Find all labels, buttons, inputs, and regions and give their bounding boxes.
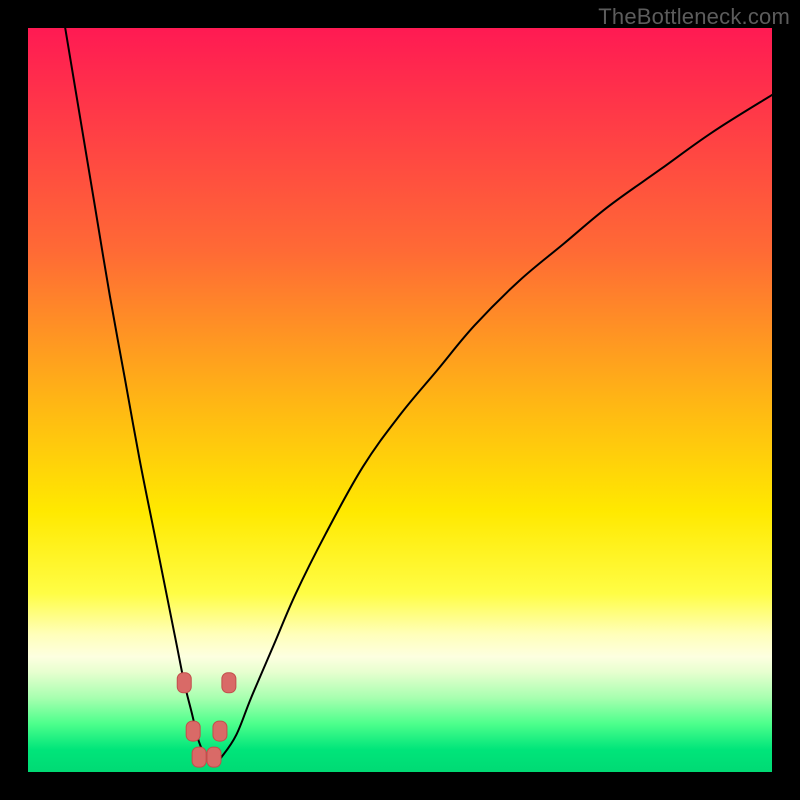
curve-marker bbox=[213, 721, 227, 741]
bottleneck-chart bbox=[28, 28, 772, 772]
gradient-background bbox=[28, 28, 772, 772]
curve-marker bbox=[177, 673, 191, 693]
curve-marker bbox=[186, 721, 200, 741]
curve-marker bbox=[192, 747, 206, 767]
chart-frame: TheBottleneck.com bbox=[0, 0, 800, 800]
plot-area bbox=[28, 28, 772, 772]
curve-marker bbox=[222, 673, 236, 693]
curve-marker bbox=[207, 747, 221, 767]
watermark-text: TheBottleneck.com bbox=[598, 4, 790, 30]
